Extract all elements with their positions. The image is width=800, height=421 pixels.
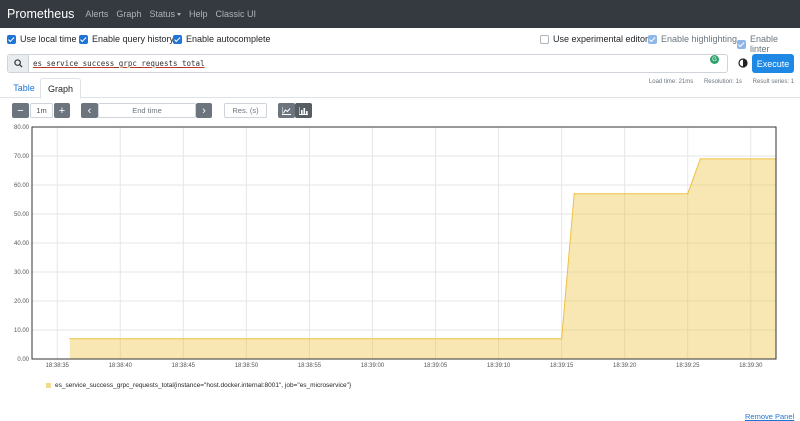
y-tick-label: 60.00 <box>14 183 30 189</box>
x-tick-label: 18:38:55 <box>298 363 322 369</box>
x-tick-label: 18:39:20 <box>613 363 637 369</box>
x-tick-label: 18:38:35 <box>46 363 70 369</box>
series-point <box>561 338 563 340</box>
y-tick-label: 50.00 <box>14 212 30 218</box>
series-point <box>699 158 701 160</box>
x-tick-label: 18:38:45 <box>172 363 196 369</box>
y-tick-label: 0.00 <box>17 357 29 363</box>
remove-panel-link[interactable]: Remove Panel <box>745 412 794 421</box>
x-tick-label: 18:39:10 <box>487 363 511 369</box>
x-tick-label: 18:38:50 <box>235 363 259 369</box>
legend-item[interactable]: es_service_success_grpc_requests_total {i… <box>46 382 351 389</box>
x-tick-label: 18:39:00 <box>361 363 385 369</box>
series-point <box>687 193 689 195</box>
y-axis: 0.00 10.00 20.00 30.00 40.00 50.00 60.00 70.00 8… <box>14 125 30 363</box>
y-tick-label: 80.00 <box>14 125 30 131</box>
x-tick-label: 18:39:25 <box>676 363 700 369</box>
x-tick-label: 18:39:30 <box>739 363 763 369</box>
graph-chart: 0.00 10.00 20.00 30.00 40.00 50.00 60.00 70.00 8… <box>14 125 777 369</box>
legend-swatch <box>46 383 51 388</box>
y-tick-label: 30.00 <box>14 270 30 276</box>
y-tick-label: 40.00 <box>14 241 30 247</box>
chart-series <box>69 158 777 359</box>
series-point <box>573 193 575 195</box>
legend-labels: {instance="host.docker.internal:8001", j… <box>173 382 352 389</box>
series-area <box>69 158 776 359</box>
x-axis: 18:38:35 18:38:40 18:38:45 18:38:50 18:38:55… <box>46 363 764 369</box>
y-tick-label: 70.00 <box>14 154 30 160</box>
x-tick-label: 18:38:40 <box>109 363 133 369</box>
series-point <box>69 338 71 340</box>
y-tick-label: 10.00 <box>14 328 30 334</box>
legend-metric: es_service_success_grpc_requests_total <box>55 382 174 389</box>
y-tick-label: 20.00 <box>14 299 30 305</box>
x-tick-label: 18:39:15 <box>550 363 574 369</box>
x-tick-label: 18:39:05 <box>424 363 448 369</box>
